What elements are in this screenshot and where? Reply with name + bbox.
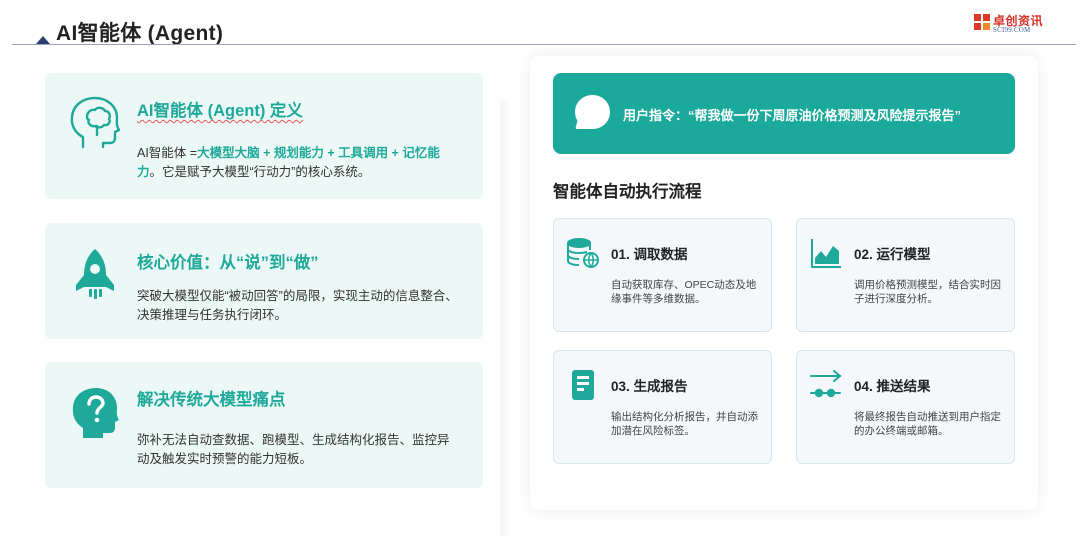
core-value-title: 核心价值：从“说”到“做” <box>137 254 319 272</box>
flow-title: 智能体自动执行流程 <box>553 183 702 201</box>
user-command-banner: 用户指令：“帮我做一份下周原油价格预测及风险提示报告” <box>553 73 1015 154</box>
definition-text: AI智能体 =大模型大脑 + 规划能力 + 工具调用 + 记忆能力。它是赋予大模… <box>137 146 440 179</box>
step-description: 调用价格预测模型，结合实时因子进行深度分析。 <box>854 279 1001 305</box>
rocket-icon <box>67 243 123 303</box>
title-marker <box>36 36 50 44</box>
step-description: 自动获取库存、OPEC动态及地缘事件等多维数据。 <box>611 279 757 305</box>
brain-head-icon <box>67 93 123 153</box>
step-description: 输出结构化分析报告，并自动添加潜在风险标签。 <box>611 411 758 437</box>
column-shadow <box>500 100 512 536</box>
step-card-fetch-data: 01. 调取数据 自动获取库存、OPEC动态及地缘事件等多维数据。 <box>553 218 772 332</box>
pain-point-title: 解决传统大模型痛点 <box>137 391 286 409</box>
question-head-icon <box>67 382 123 442</box>
company-logo: 卓创资讯 SCI99.COM <box>974 12 1054 36</box>
logo-mark-icon <box>974 14 990 31</box>
push-arrow-icon <box>809 369 843 401</box>
core-value-text: 突破大模型仅能“被动回答”的局限，实现主动的信息整合、决策推理与任务执行闭环。 <box>137 289 458 322</box>
database-globe-icon <box>566 237 600 269</box>
step-title: 02. 运行模型 <box>854 247 931 262</box>
definition-card: AI智能体 (Agent) 定义 AI智能体 =大模型大脑 + 规划能力 + 工… <box>45 73 483 199</box>
step-card-push-result: 04. 推送结果 将最终报告自动推送到用户指定的办公终端或邮箱。 <box>796 350 1015 464</box>
area-chart-icon <box>809 237 843 269</box>
step-title: 01. 调取数据 <box>611 247 688 262</box>
user-command-text: 用户指令：“帮我做一份下周原油价格预测及风险提示报告” <box>623 108 962 123</box>
pain-point-card: 解决传统大模型痛点 弥补无法自动查数据、跑模型、生成结构化报告、监控异动及触发实… <box>45 362 483 488</box>
core-value-card: 核心价值：从“说”到“做” 突破大模型仅能“被动回答”的局限，实现主动的信息整合… <box>45 223 483 339</box>
step-card-generate-report: 03. 生成报告 输出结构化分析报告，并自动添加潜在风险标签。 <box>553 350 772 464</box>
logo-name-en: SCI99.COM <box>993 26 1031 34</box>
step-description: 将最终报告自动推送到用户指定的办公终端或邮箱。 <box>854 411 1001 437</box>
speech-bubble-icon <box>574 94 611 131</box>
step-title: 04. 推送结果 <box>854 379 931 394</box>
header-divider <box>12 44 1076 45</box>
page-title: AI智能体 (Agent) <box>56 22 224 45</box>
step-title: 03. 生成报告 <box>611 379 688 394</box>
pain-point-text: 弥补无法自动查数据、跑模型、生成结构化报告、监控异动及触发实时预警的能力短板。 <box>137 433 450 466</box>
step-card-run-model: 02. 运行模型 调用价格预测模型，结合实时因子进行深度分析。 <box>796 218 1015 332</box>
definition-title: AI智能体 (Agent) 定义 <box>137 102 303 120</box>
report-document-icon <box>566 369 600 401</box>
